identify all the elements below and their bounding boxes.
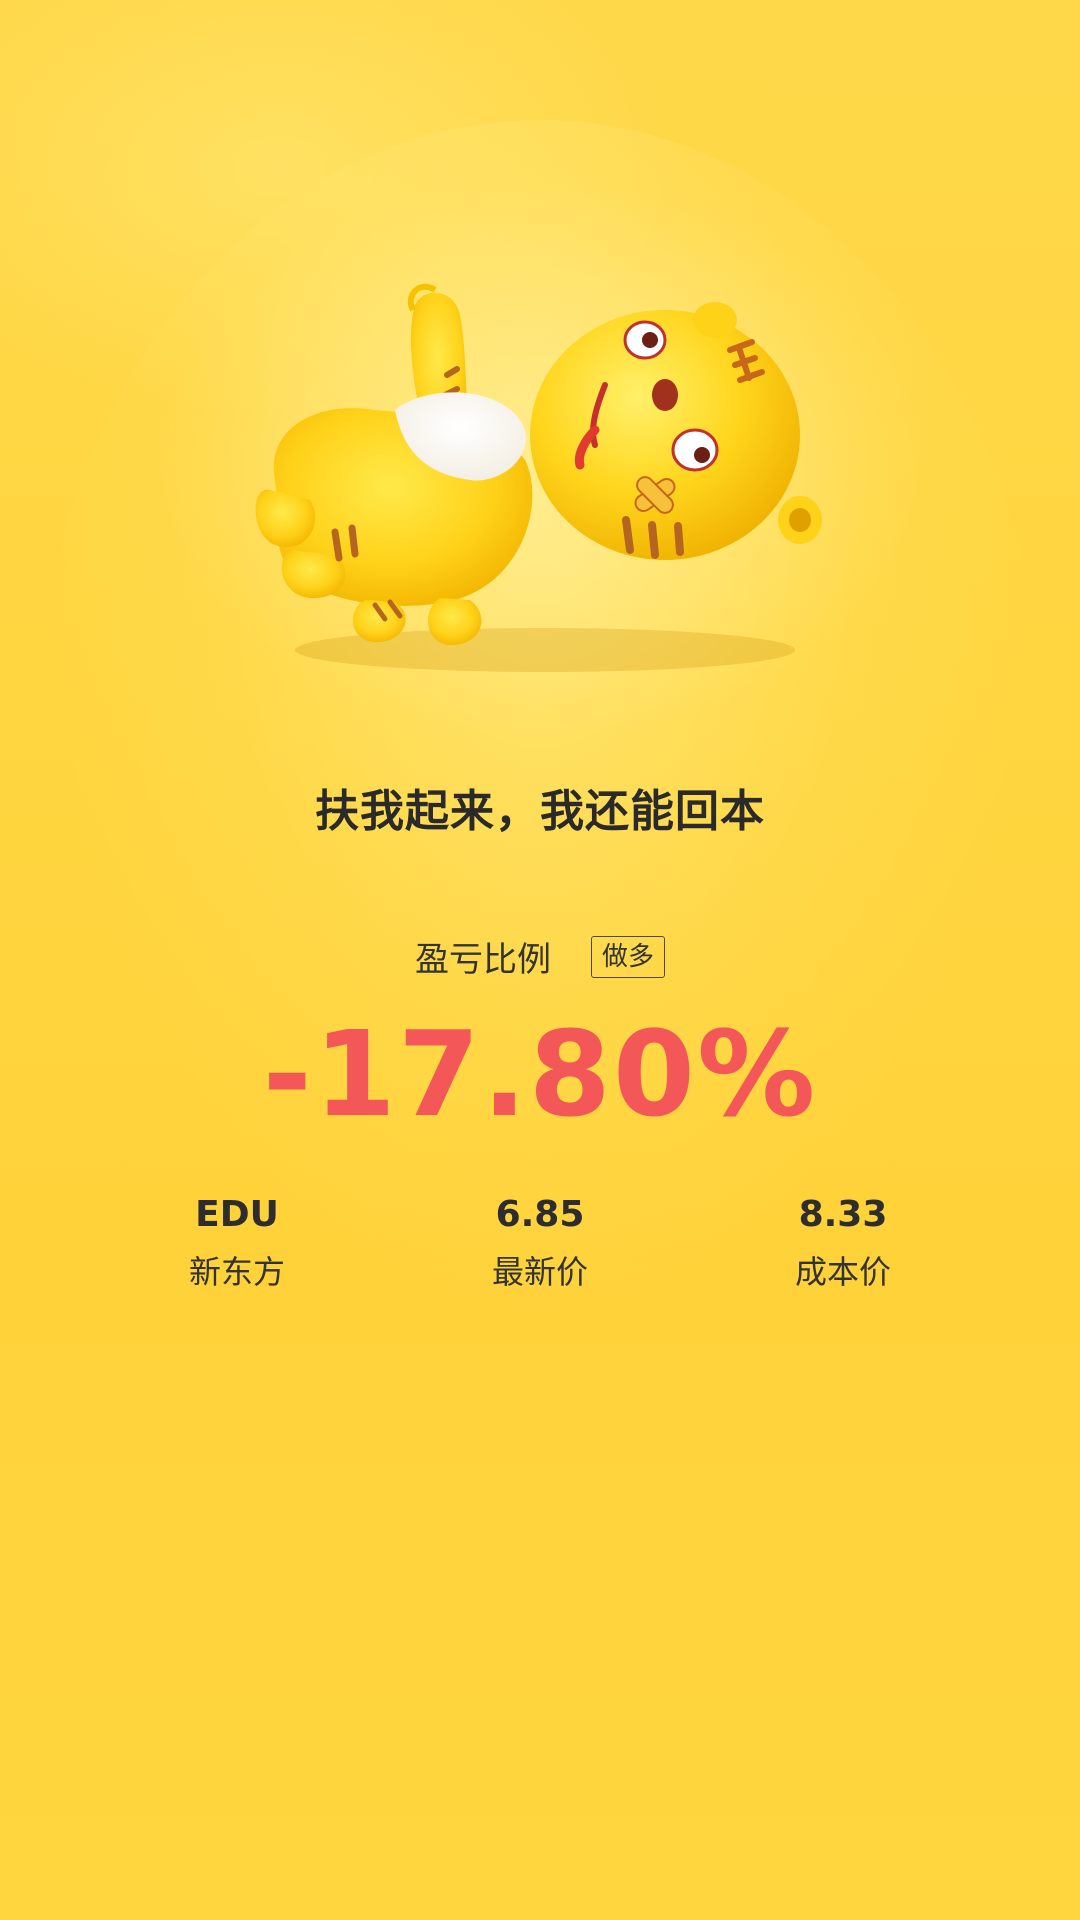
position-direction-badge: 做多	[590, 935, 665, 978]
cost-price-value: 8.33	[798, 1194, 888, 1235]
latest-price-value: 6.85	[495, 1194, 585, 1235]
headline-title: 扶我起来，我还能回本	[315, 786, 765, 837]
stock-symbol: EDU	[195, 1194, 279, 1235]
stat-cost-price: 8.33 成本价	[693, 1190, 993, 1294]
latest-price-label: 最新价	[491, 1253, 588, 1291]
stat-latest-price: 6.85 最新价	[390, 1190, 690, 1294]
profit-loss-percentage: -17.80%	[262, 1005, 818, 1143]
profit-loss-ratio-row: 盈亏比例 做多	[0, 932, 1080, 981]
stock-name: 新东方	[188, 1253, 285, 1291]
stat-symbol: EDU 新东方	[87, 1190, 387, 1294]
ratio-label: 盈亏比例	[414, 940, 551, 980]
tiger-mascot-icon	[255, 283, 822, 672]
stock-stats: EDU 新东方 6.85 最新价 8.33 成本价	[0, 1190, 1080, 1320]
cost-price-label: 成本价	[794, 1253, 891, 1291]
share-card: 扶我起来，我还能回本 盈亏比例 做多 -17.80% EDU 新东方 6.85 …	[0, 0, 1080, 1920]
